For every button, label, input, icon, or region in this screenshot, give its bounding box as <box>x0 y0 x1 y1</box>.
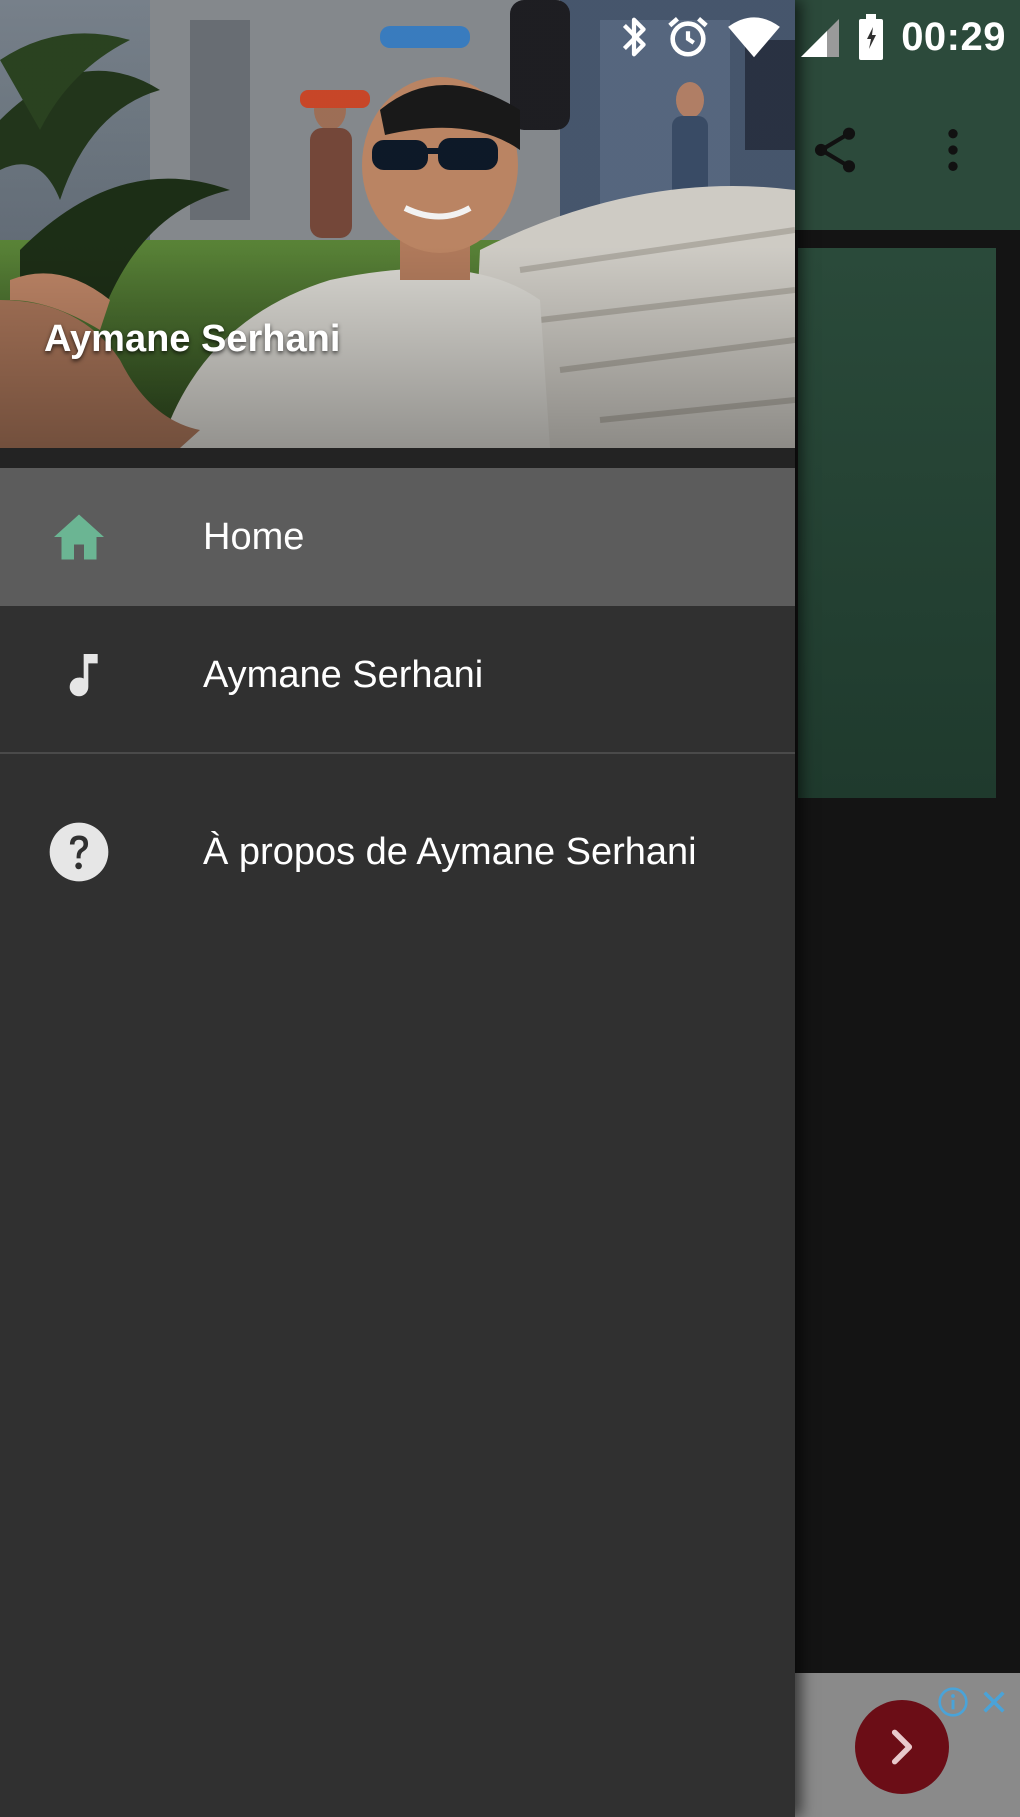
navigation-drawer: Aymane Serhani Home Aymane Serhani À pro… <box>0 0 795 1817</box>
help-icon <box>44 778 114 926</box>
nav-item-home[interactable]: Home <box>0 468 795 606</box>
more-options-button[interactable] <box>913 110 993 190</box>
chevron-right-icon <box>891 1729 913 1765</box>
drawer-header-title: Aymane Serhani <box>44 318 341 360</box>
more-vert-icon <box>948 129 958 171</box>
header-divider <box>0 448 795 468</box>
nav-item-label: Aymane Serhani <box>203 654 484 696</box>
close-icon <box>983 1691 1005 1713</box>
nav-item-songs[interactable]: Aymane Serhani <box>0 606 795 744</box>
battery-icon <box>857 13 885 61</box>
ad-close-button[interactable] <box>977 1685 1011 1719</box>
toolbar-actions <box>795 110 1020 190</box>
nav-list: Home Aymane Serhani À propos de Aymane S… <box>0 468 795 926</box>
share-button[interactable] <box>795 110 875 190</box>
content-area <box>795 800 1020 1645</box>
bluetooth-icon <box>619 14 649 60</box>
home-icon <box>44 468 114 606</box>
nav-item-label: Home <box>203 516 305 558</box>
status-bar: 00:29 <box>0 0 1020 74</box>
wifi-icon <box>727 14 781 60</box>
share-icon <box>814 127 856 173</box>
nav-item-label: À propos de Aymane Serhani <box>203 831 697 873</box>
status-icons: 00:29 <box>619 8 1006 66</box>
music-note-icon <box>44 606 114 744</box>
status-time: 00:29 <box>901 14 1006 59</box>
signal-icon <box>797 15 841 59</box>
content-card <box>798 248 996 798</box>
ad-next-button[interactable] <box>855 1700 949 1794</box>
ad-info-button[interactable] <box>936 1685 970 1719</box>
screen: Aymane Serhani Home Aymane Serhani À pro… <box>0 0 1020 1817</box>
alarm-icon <box>665 14 711 60</box>
nav-item-about[interactable]: À propos de Aymane Serhani <box>0 778 795 926</box>
info-icon <box>938 1687 968 1717</box>
ad-banner[interactable] <box>795 1673 1020 1817</box>
nav-divider <box>0 752 795 754</box>
